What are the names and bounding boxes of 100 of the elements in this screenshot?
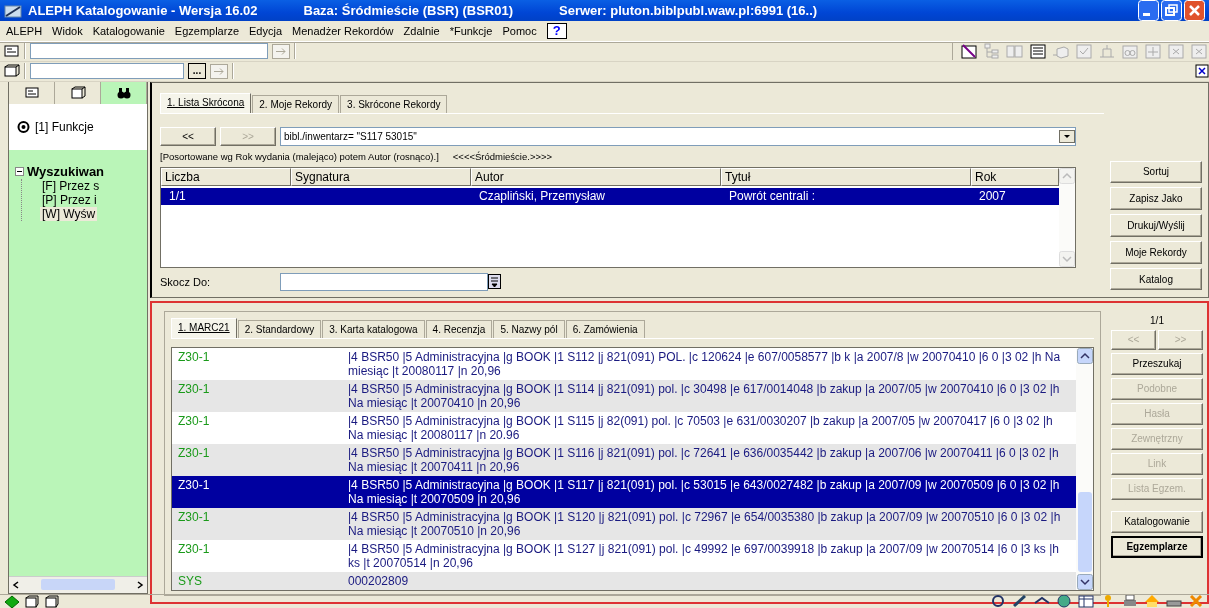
- browse-button[interactable]: ...: [188, 63, 206, 79]
- box-icon[interactable]: [24, 594, 40, 608]
- window-title: ALEPH Katalogowanie - Wersja 16.02: [28, 3, 258, 19]
- menu-item[interactable]: Zdalnie: [403, 24, 440, 37]
- field-tag: SYS: [172, 573, 348, 588]
- minimize-icon[interactable]: [1138, 0, 1159, 22]
- tab[interactable]: 3. Karta katalogowa: [322, 319, 425, 338]
- record-row[interactable]: SYS 000202809: [172, 571, 1076, 590]
- record-row[interactable]: Z30-1 |4 BSR50 |5 Administracyjna |g BOOK |1 S117 |j 821(091) pol. |c 53015 |e 643/0027482 |b zakup |a 2007/09 |w 20070509 |6 0 |3 02 |h Na miesiąc |t 20070509 |n 20,96: [172, 475, 1076, 508]
- field-tag: Z30-1: [172, 477, 348, 506]
- column-header[interactable]: Liczba: [161, 167, 291, 186]
- field-tag: Z30-1: [172, 541, 348, 570]
- tab[interactable]: 2. Moje Rekordy: [252, 94, 340, 113]
- query-text: bibl./inwentarz= "S117 53015": [284, 130, 417, 142]
- menu-item[interactable]: Widok: [52, 24, 83, 37]
- action-button[interactable]: Moje Rekordy: [1110, 240, 1202, 264]
- scroll-thumb[interactable]: [1077, 491, 1092, 572]
- close-icon[interactable]: [1187, 594, 1205, 608]
- card-icon[interactable]: [23, 85, 40, 100]
- menu-item[interactable]: Edycja: [249, 24, 283, 37]
- record-row[interactable]: Z30-1 |4 BSR50 |5 Administracyjna |g BOOK |1 S116 |j 821(091) pol. |c 72641 |e 636/0035442 |b zakup |a 2007/06 |w 20070411 |6 0 |3 02 |h Na miesiąc |t 20070411 |n 20,96: [172, 443, 1076, 476]
- action-button[interactable]: Zapisz Jako: [1110, 187, 1202, 211]
- location-label: <<<<Śródmieście.>>>>: [452, 150, 553, 162]
- tree-item[interactable]: [W] Wyśw: [40, 206, 98, 221]
- column-header[interactable]: Tytuł: [721, 167, 971, 186]
- action-button[interactable]: Sortuj: [1110, 160, 1202, 184]
- field-tag: Z30-1: [172, 445, 348, 474]
- box-icon[interactable]: [4, 64, 20, 78]
- house-icon[interactable]: [1143, 594, 1161, 608]
- tab[interactable]: 1. Lista Skrócona: [160, 92, 252, 113]
- field-value: |4 BSR50 |5 Administracyjna |g BOOK |1 S127 |j 821(091) pol. |c 49992 |e 697/0039918 |b zakup |a 2007/09 |w 20070514 |6 0 |3 ks |h ks |t 20070514 |n 20,96: [348, 541, 1060, 570]
- scroll-down-icon[interactable]: [1076, 573, 1093, 590]
- app-icon: [4, 2, 22, 19]
- pencil-icon[interactable]: [1011, 594, 1029, 608]
- record-counter: 1/1: [1149, 313, 1165, 327]
- field-tag: Z30-1: [172, 381, 348, 410]
- record-row[interactable]: Z30-1 |4 BSR50 |5 Administracyjna |g BOOK |1 S120 |j 821(091) pol. |c 72967 |e 654/0035380 |b zakup |a 2007/09 |w 20070510 |6 0 |3 02 |h Na miesiąc |t 20070510 |n 20,96: [172, 507, 1076, 540]
- jump-field[interactable]: [280, 272, 489, 291]
- tab[interactable]: 3. Skrócone Rekordy: [340, 94, 448, 113]
- list-icon[interactable]: [488, 274, 502, 289]
- tab[interactable]: 5. Nazwy pól: [493, 319, 565, 338]
- edit-icon[interactable]: [959, 42, 979, 60]
- action-button[interactable]: Drukuj/Wyślij: [1110, 214, 1202, 237]
- close-icon[interactable]: [1184, 0, 1205, 22]
- result-row[interactable]: 1/1 Czapliński, Przemysław Powrót centrali : 2007: [161, 187, 1059, 205]
- action-button[interactable]: Katalogowanie: [1111, 510, 1203, 533]
- menu-item[interactable]: Katalogowanie: [92, 24, 165, 37]
- column-header[interactable]: Autor: [471, 167, 721, 186]
- field-value: |4 BSR50 |5 Administracyjna |g BOOK |1 S117 |j 821(091) pol. |c 53015 |e 643/0027482 |b zakup |a 2007/09 |w 20070509 |6 0 |3 02 |h Na miesiąc |t 20070509 |n 20,96: [348, 477, 1061, 506]
- help-button[interactable]: ?: [546, 22, 567, 39]
- server-label: Serwer: pluton.biblpubl.waw.pl:6991 (16..): [559, 3, 818, 19]
- tree-item[interactable]: [F] Przez s: [40, 178, 102, 193]
- command-field[interactable]: [30, 63, 184, 79]
- tree-item[interactable]: [P] Przez i: [40, 192, 99, 207]
- record-row[interactable]: Z30-1 |4 BSR50 |5 Administracyjna |g BOOK |1 S127 |j 821(091) pol. |c 49992 |e 697/0039918 |b zakup |a 2007/09 |w 20070514 |6 0 |3 ks |h ks |t 20070514 |n 20,96: [172, 539, 1076, 572]
- tab[interactable]: 2. Standardowy: [237, 319, 322, 338]
- action-button[interactable]: Egzemplarze: [1111, 535, 1203, 558]
- tab[interactable]: 1. MARC21: [171, 317, 237, 338]
- menu-item[interactable]: *Funkcje: [449, 24, 493, 37]
- record-row[interactable]: Z30-1 |4 BSR50 |5 Administracyjna |g BOOK |1 S114 |j 821(091) pol. |c 30498 |e 617/0014048 |b zakup |a 2007/05 |w 20070410 |6 0 |3 02 |h Na miesiąc |t 20070410 |n 20,96: [172, 379, 1076, 412]
- menu-item[interactable]: Egzemplarze: [174, 24, 239, 37]
- menu-item[interactable]: Menadżer Rekordów: [292, 24, 394, 37]
- previous-button[interactable]: <<: [160, 126, 216, 146]
- eye-icon: [17, 120, 30, 133]
- record-row[interactable]: Z30-1 |4 BSR50 |5 Administracyjna |g BOOK |1 S112 |j 821(091) POL. |c 120624 |e 607/0058577 |b k |a 2007/8 |w 20070410 |6 0 |3 02 |h Na miesiąc |t 20080117 |n 20,96: [172, 347, 1076, 380]
- database-label: Baza: Śródmieście (BSR) (BSR01): [303, 3, 513, 19]
- restore-icon[interactable]: [1161, 0, 1182, 22]
- box-icon[interactable]: [44, 594, 60, 608]
- menu-item[interactable]: ALEPH: [6, 24, 43, 37]
- tab[interactable]: 4. Recenzja: [425, 319, 493, 338]
- sort-note: [Posortowane wg Rok wydania (malejąco) potem Autor (rosnąco).]: [160, 150, 439, 162]
- command-field[interactable]: [30, 43, 268, 59]
- scrollbar[interactable]: [9, 575, 147, 593]
- column-header[interactable]: Sygnatura: [291, 167, 471, 186]
- query-field[interactable]: bibl./inwentarz= "S117 53015": [280, 126, 1076, 146]
- tab[interactable]: 6. Zamówienia: [565, 319, 645, 338]
- field-tag: Z30-1: [172, 349, 348, 378]
- action-button[interactable]: Katalog: [1110, 267, 1202, 291]
- column-header[interactable]: Rok: [971, 167, 1059, 186]
- scroll-up-icon[interactable]: [1076, 347, 1093, 364]
- collapse-icon[interactable]: [15, 166, 24, 176]
- close-document-icon[interactable]: [1195, 64, 1209, 78]
- field-tag: Z30-1: [172, 509, 348, 538]
- table-icon[interactable]: [1077, 594, 1095, 608]
- field-value: |4 BSR50 |5 Administracyjna |g BOOK |1 S120 |j 821(091) pol. |c 72967 |e 654/0035380 |b zakup |a 2007/09 |w 20070510 |6 0 |3 02 |h Na miesiąc |t 20070510 |n 20,96: [348, 509, 1062, 538]
- dropdown-icon[interactable]: [1059, 129, 1075, 143]
- diamond-icon[interactable]: [4, 594, 20, 608]
- action-button[interactable]: Przeszukaj: [1111, 352, 1203, 375]
- tree-node[interactable]: Wyszukiwan: [27, 163, 105, 179]
- table-cell-text: Powrót centrali :: [728, 189, 817, 203]
- field-value: |4 BSR50 |5 Administracyjna |g BOOK |1 S112 |j 821(091) POL. |c 120624 |e 607/0058577 |b k |a 2007/8 |w 20070410 |6 0 |3 02 |h Na miesiąc |t 20080117 |n 20,96: [348, 349, 1062, 378]
- record-row[interactable]: Z30-1 |4 BSR50 |5 Administracyjna |g BOOK |1 S115 |j 82(091) pol. |c 70503 |e 631/0030207 |b zakup |a 2007/05 |w 20070417 |6 0 |3 02 |h Na miesiąc |t 20080117 |n 20.96: [172, 411, 1076, 444]
- field-value: 000202809: [348, 573, 410, 588]
- globe-icon[interactable]: [1055, 594, 1073, 608]
- functions-label[interactable]: [1] Funkcje: [35, 119, 94, 134]
- menu-item[interactable]: Pomoc: [502, 24, 537, 37]
- box-icon[interactable]: [69, 85, 86, 100]
- binoculars-icon[interactable]: [115, 85, 132, 100]
- card-icon[interactable]: [4, 44, 20, 58]
- printer-icon[interactable]: [1121, 594, 1139, 608]
